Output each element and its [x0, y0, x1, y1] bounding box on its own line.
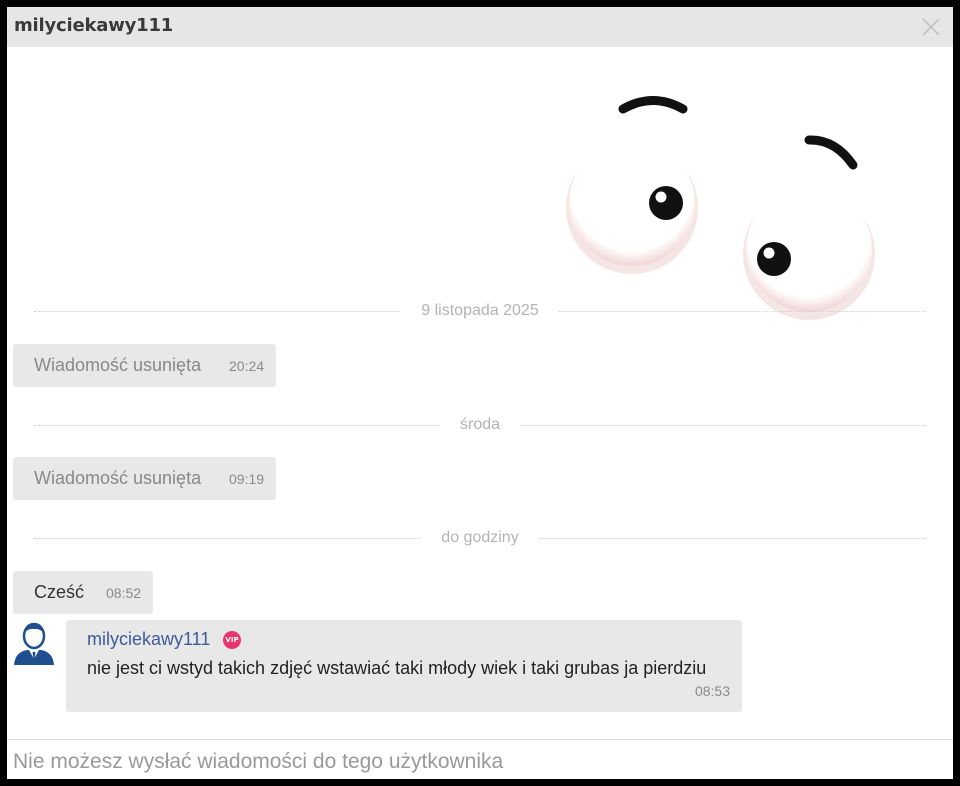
date-label: 9 listopada 2025	[401, 302, 559, 319]
title-bar: milyciekawy111	[7, 7, 953, 47]
window-title: milyciekawy111	[14, 15, 174, 36]
sender-name[interactable]: milyciekawy111	[87, 629, 210, 650]
message-list[interactable]: 9 listopada 2025 Wiadomość usunięta 20:2…	[7, 47, 953, 739]
message-composer	[7, 739, 953, 779]
message-input[interactable]	[13, 749, 933, 775]
chat-window: milyciekawy111 9 listopada 2025 Wiadomoś…	[7, 7, 953, 779]
incoming-message-bubble[interactable]: milyciekawy111 VIP nie jest ci wstyd tak…	[66, 620, 742, 712]
message-text: Wiadomość usunięta	[34, 468, 202, 488]
message-time: 20:24	[229, 358, 265, 374]
message-time: 08:52	[106, 585, 142, 601]
user-avatar-icon[interactable]	[11, 619, 57, 665]
cartoon-eyes-illustration	[566, 96, 875, 320]
close-icon	[922, 18, 940, 36]
message-time: 09:19	[229, 471, 265, 487]
message-bubble[interactable]: Wiadomość usunięta 09:19	[13, 457, 276, 500]
message-bubble[interactable]: Cześć 08:52	[13, 571, 153, 614]
date-divider: do godziny	[34, 528, 926, 548]
message-bubble[interactable]: Wiadomość usunięta 20:24	[13, 344, 276, 387]
date-label: do godziny	[421, 529, 539, 546]
message-text: Cześć	[34, 582, 85, 602]
message-text: Wiadomość usunięta	[34, 355, 202, 375]
date-divider: 9 listopada 2025	[34, 301, 926, 321]
vip-badge: VIP	[223, 631, 241, 649]
date-divider: środa	[34, 415, 926, 435]
close-button[interactable]	[919, 15, 943, 39]
date-label: środa	[439, 416, 521, 433]
message-time: 08:53	[694, 683, 730, 699]
message-text: nie jest ci wstyd takich zdjęć wstawiać …	[87, 658, 707, 678]
